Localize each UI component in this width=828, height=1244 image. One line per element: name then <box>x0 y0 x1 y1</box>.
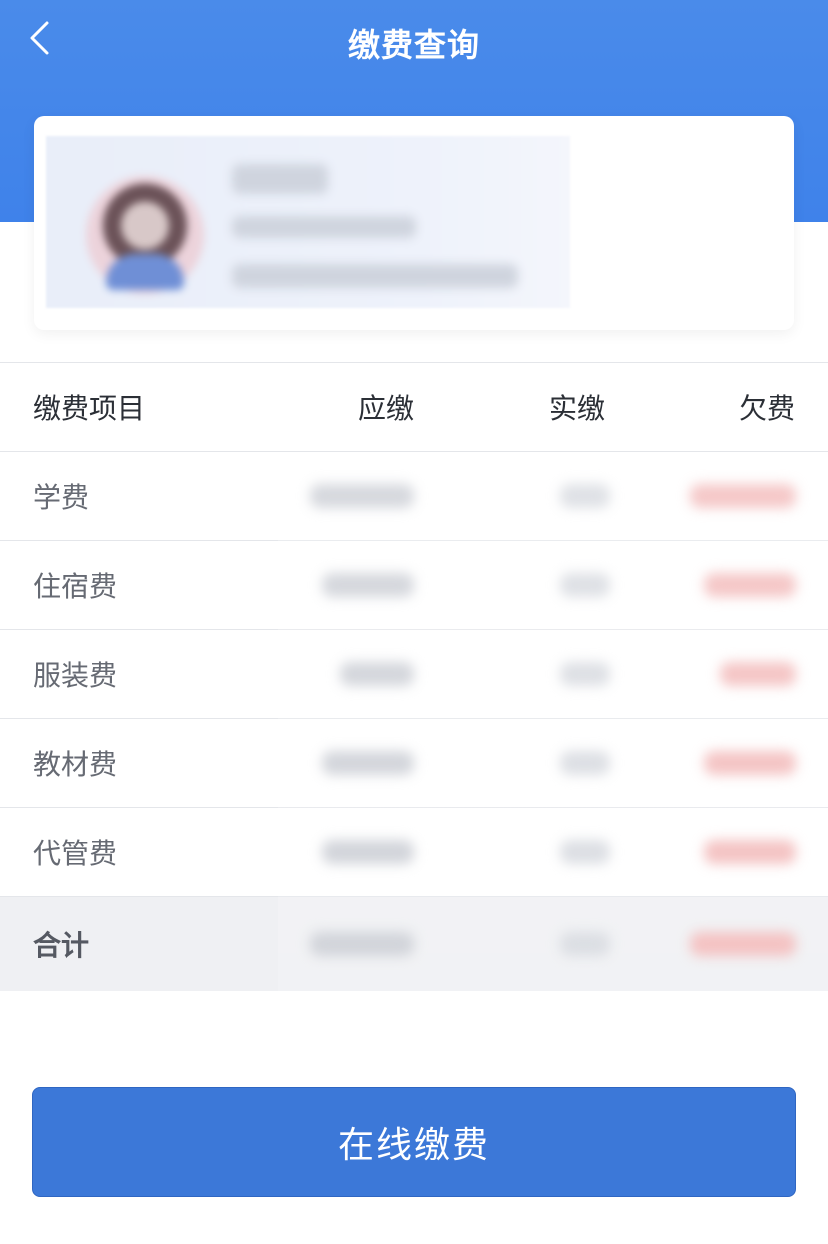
owed-amount-redacted <box>690 484 796 508</box>
due-amount-redacted <box>340 662 414 686</box>
total-due-redacted <box>310 932 414 956</box>
owed-amount-redacted <box>704 573 796 597</box>
total-paid-redacted <box>560 932 610 956</box>
paid-amount-redacted <box>560 484 610 508</box>
paid-amount-redacted <box>560 573 610 597</box>
fee-item-label: 服装费 <box>33 659 118 692</box>
student-id-redacted <box>232 216 416 238</box>
total-owed-redacted <box>690 932 796 956</box>
paid-amount-redacted <box>560 840 610 864</box>
profile-info-area <box>46 136 570 308</box>
student-class-redacted <box>232 264 518 288</box>
due-amount-redacted <box>322 840 414 864</box>
pay-online-button[interactable]: 在线缴费 <box>32 1087 796 1197</box>
table-row: 学费 <box>0 451 828 540</box>
table-header-row: 缴费项目 应缴 实缴 欠费 <box>0 362 828 451</box>
total-label: 合计 <box>33 929 90 962</box>
table-row: 住宿费 <box>0 540 828 629</box>
due-amount-redacted <box>322 573 414 597</box>
owed-amount-redacted <box>720 662 796 686</box>
owed-amount-redacted <box>704 840 796 864</box>
student-name-redacted <box>232 164 328 194</box>
table-row: 教材费 <box>0 718 828 807</box>
fee-table: 缴费项目 应缴 实缴 欠费 学费 住宿费 服装费 教材费 代管费 合计 <box>0 362 828 991</box>
fee-query-page: 缴费查询 缴费项目 应缴 实缴 欠费 学费 住宿费 服装费 教材费 代管费 合计… <box>0 0 828 1244</box>
table-total-row: 合计 <box>0 896 828 991</box>
column-header-owed: 欠费 <box>738 392 795 425</box>
table-row: 服装费 <box>0 629 828 718</box>
column-header-due: 应缴 <box>357 392 414 425</box>
avatar <box>86 176 204 294</box>
page-title: 缴费查询 <box>347 26 480 64</box>
fee-item-label: 学费 <box>33 481 90 514</box>
paid-amount-redacted <box>560 751 610 775</box>
due-amount-redacted <box>322 751 414 775</box>
paid-amount-redacted <box>560 662 610 686</box>
table-row: 代管费 <box>0 807 828 896</box>
fee-item-label: 住宿费 <box>33 570 118 603</box>
fee-item-label: 教材费 <box>33 748 118 781</box>
owed-amount-redacted <box>704 751 796 775</box>
due-amount-redacted <box>310 484 414 508</box>
column-header-paid: 实缴 <box>548 392 605 425</box>
column-header-item: 缴费项目 <box>33 392 146 425</box>
fee-item-label: 代管费 <box>33 837 118 870</box>
student-profile-card <box>34 116 794 330</box>
